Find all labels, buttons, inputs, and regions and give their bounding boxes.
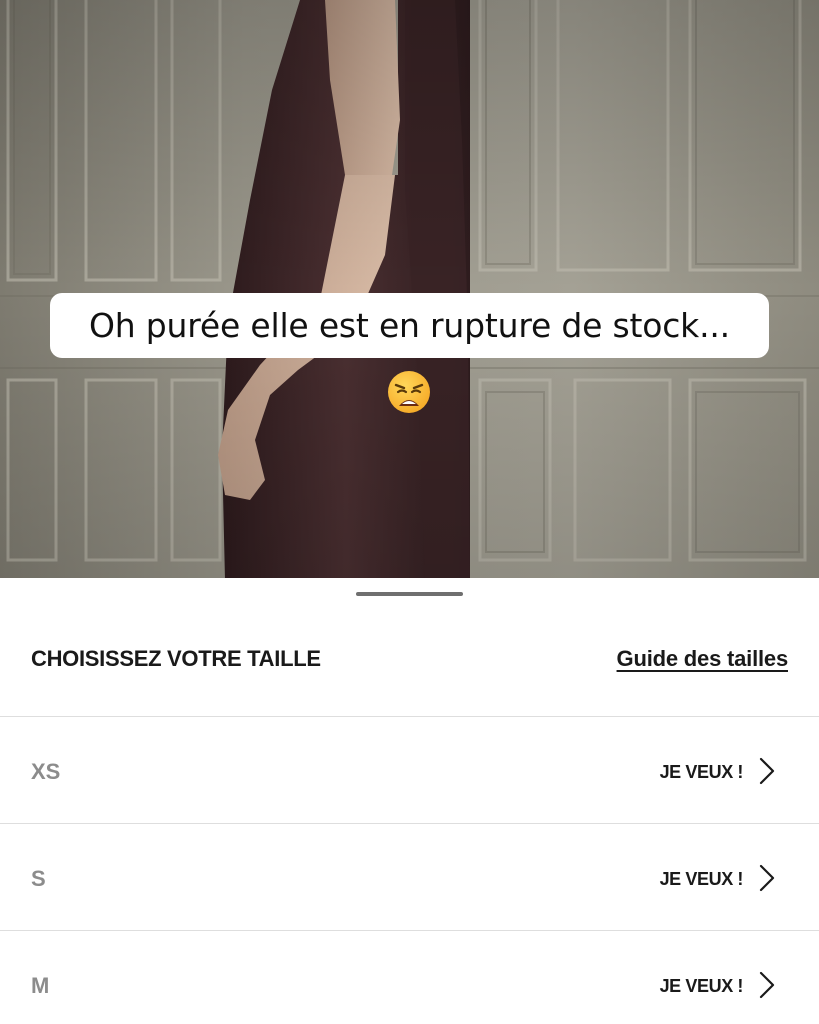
je-veux-button[interactable]: JE VEUX ! — [660, 976, 744, 997]
size-list: XS JE VEUX ! S JE VEUX ! M JE VEUX ! — [0, 717, 819, 1024]
size-label: S — [31, 866, 46, 891]
product-photo: Oh purée elle est en rupture de stock... — [0, 0, 819, 578]
chevron-right-icon — [759, 757, 775, 785]
sheet-title: CHOISISSEZ VOTRE TAILLE — [31, 646, 321, 671]
size-guide-link[interactable]: Guide des tailles — [617, 646, 789, 672]
size-label: XS — [31, 759, 61, 784]
size-label: M — [31, 973, 50, 998]
size-option-m[interactable]: M JE VEUX ! — [0, 931, 819, 1024]
je-veux-button[interactable]: JE VEUX ! — [660, 762, 744, 783]
model-wearing-dress-image — [0, 0, 819, 578]
size-option-xs[interactable]: XS JE VEUX ! — [0, 717, 819, 824]
weary-face-emoji-icon — [388, 371, 430, 413]
story-caption: Oh purée elle est en rupture de stock... — [50, 293, 769, 358]
story-page: Oh purée elle est en rupture de stock...… — [0, 0, 819, 1024]
chevron-right-icon — [759, 971, 775, 999]
sheet-header: CHOISISSEZ VOTRE TAILLE Guide des taille… — [0, 578, 819, 717]
size-option-s[interactable]: S JE VEUX ! — [0, 824, 819, 931]
size-selection-sheet: CHOISISSEZ VOTRE TAILLE Guide des taille… — [0, 578, 819, 1024]
je-veux-button[interactable]: JE VEUX ! — [660, 869, 744, 890]
drag-handle[interactable] — [356, 592, 463, 596]
chevron-right-icon — [759, 864, 775, 892]
